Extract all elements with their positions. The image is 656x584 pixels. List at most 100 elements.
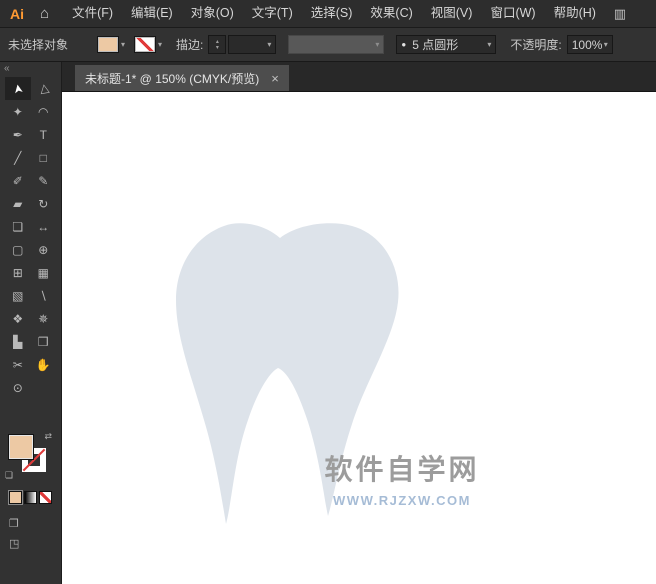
toolbar-collapse-button[interactable]: « <box>0 62 61 77</box>
menu-item-3[interactable]: 对象(O) <box>182 0 243 27</box>
close-icon[interactable]: × <box>271 71 279 86</box>
tool-mesh-tool[interactable]: ▦ <box>31 261 57 284</box>
stepper-down-icon[interactable]: ▾ <box>216 45 219 51</box>
tool-line-segment-tool[interactable]: ╱ <box>5 146 31 169</box>
scale-tool-icon: ❏ <box>12 220 23 234</box>
stroke-weight-select[interactable]: ▾ <box>228 35 276 54</box>
tool-pencil-tool[interactable]: ✎ <box>31 169 57 192</box>
stroke-none-swatch[interactable] <box>135 37 155 52</box>
screen-mode-button[interactable]: ◳ <box>9 534 61 554</box>
watermark: 软件自学网 WWW.RJZXW.COM <box>260 448 544 508</box>
menu-item-5[interactable]: 选择(S) <box>302 0 362 27</box>
tool-shape-builder-tool[interactable]: ⊕ <box>31 238 57 261</box>
swap-fill-stroke-icon[interactable]: ⇄ <box>44 431 52 442</box>
tool-artboard-tool[interactable]: ❒ <box>31 330 57 353</box>
brush-preview-icon: ● <box>401 40 406 49</box>
document-tab-bar: 未标题-1* @ 150% (CMYK/预览) × <box>62 62 656 92</box>
tool-eraser-tool[interactable]: ▰ <box>5 192 31 215</box>
stroke-color-control[interactable]: ▾ <box>135 37 162 52</box>
fill-color-control[interactable]: ▾ <box>98 37 125 52</box>
tool-slice-tool[interactable]: ✂ <box>5 353 31 376</box>
gradient-tool-icon: ▧ <box>12 289 23 303</box>
tools-panel: « ➤ ▷ ✦ ◠ ✒ T ╱ □ ✐ ✎ ▰ ↻ ❏ ↔ ▢ ⊕ ⊞ ▦ ▧ ∖ ❖ ✵ ▙ ❒ ✂ ✋ ⊙ ⇄ ❏ ❐ ◳ <box>0 62 62 584</box>
menu-item-4[interactable]: 文字(T) <box>243 0 302 27</box>
brush-name: 5 点圆形 <box>412 36 458 53</box>
chevron-down-icon: ▾ <box>121 40 125 49</box>
opacity-select[interactable]: 100% ▾ <box>567 35 613 54</box>
tool-selection-tool[interactable]: ➤ <box>5 77 31 100</box>
width-profile-select-disabled: ▾ <box>288 35 384 54</box>
rectangle-tool-icon: □ <box>40 151 47 165</box>
tool-paintbrush-tool[interactable]: ✐ <box>5 169 31 192</box>
stroke-weight-stepper[interactable]: ▴ ▾ <box>208 35 226 54</box>
tool-blend-tool[interactable]: ❖ <box>5 307 31 330</box>
eraser-tool-icon: ▰ <box>13 197 22 211</box>
perspective-grid-tool-icon: ⊞ <box>13 266 23 280</box>
magic-wand-tool-icon: ✦ <box>13 105 23 119</box>
tool-rotate-tool[interactable]: ↻ <box>31 192 57 215</box>
tool-direct-selection-tool[interactable]: ▷ <box>31 77 57 100</box>
menu-item-8[interactable]: 窗口(W) <box>481 0 544 27</box>
workspace-switcher-icon[interactable]: ▥ <box>614 6 626 22</box>
tool-grid: ➤ ▷ ✦ ◠ ✒ T ╱ □ ✐ ✎ ▰ ↻ ❏ ↔ ▢ ⊕ ⊞ ▦ ▧ ∖ ❖ ✵ ▙ ❒ ✂ ✋ ⊙ <box>0 77 61 399</box>
hand-tool-icon: ✋ <box>36 358 51 372</box>
tool-rectangle-tool[interactable]: □ <box>31 146 57 169</box>
chevron-down-icon: ▾ <box>267 40 271 49</box>
artboard-tool-icon: ❒ <box>38 335 49 349</box>
default-fill-stroke-icon[interactable]: ❏ <box>5 470 13 481</box>
type-tool-icon: T <box>40 128 47 142</box>
home-icon[interactable]: ⌂ <box>40 5 49 22</box>
fill-color-swatch[interactable] <box>98 37 118 52</box>
artboard-canvas[interactable]: 软件自学网 WWW.RJZXW.COM <box>62 92 656 584</box>
tool-column-graph-tool[interactable]: ▙ <box>5 330 31 353</box>
tool-zoom-tool[interactable]: ⊙ <box>5 376 31 399</box>
tool-scale-tool[interactable]: ❏ <box>5 215 31 238</box>
chevron-down-icon: ▾ <box>487 40 491 49</box>
tool-symbol-sprayer-tool[interactable]: ✵ <box>31 307 57 330</box>
menu-item-7[interactable]: 视图(V) <box>422 0 482 27</box>
control-bar: 未选择对象 ▾ ▾ 描边: ▴ ▾ ▾ ▾ ● 5 点圆形 ▾ 不透明度: 10… <box>0 28 656 62</box>
selection-tool-icon: ➤ <box>10 82 26 94</box>
tool-hand-tool[interactable]: ✋ <box>31 353 57 376</box>
paintbrush-tool-icon: ✐ <box>13 174 23 188</box>
width-tool-icon: ↔ <box>37 220 49 234</box>
tool-gradient-tool[interactable]: ▧ <box>5 284 31 307</box>
pencil-tool-icon: ✎ <box>38 174 48 188</box>
blend-tool-icon: ❖ <box>12 312 23 326</box>
tool-pen-tool[interactable]: ✒ <box>5 123 31 146</box>
watermark-url: WWW.RJZXW.COM <box>260 493 544 508</box>
document-tab-title: 未标题-1* @ 150% (CMYK/预览) <box>85 70 259 87</box>
tool-magic-wand-tool[interactable]: ✦ <box>5 100 31 123</box>
chevron-down-icon: ▾ <box>604 40 608 49</box>
menu-items: 文件(F)编辑(E)对象(O)文字(T)选择(S)效果(C)视图(V)窗口(W)… <box>63 0 605 27</box>
fill-indicator[interactable] <box>9 435 33 459</box>
tool-perspective-grid-tool[interactable]: ⊞ <box>5 261 31 284</box>
menu-item-1[interactable]: 文件(F) <box>63 0 122 27</box>
tool-width-tool[interactable]: ↔ <box>31 215 57 238</box>
menu-item-2[interactable]: 编辑(E) <box>122 0 182 27</box>
direct-selection-tool-icon: ▷ <box>36 83 51 95</box>
tool-free-transform-tool[interactable]: ▢ <box>5 238 31 261</box>
chevron-down-icon: ▾ <box>375 40 379 49</box>
eyedropper-tool-icon: ∖ <box>39 289 47 303</box>
tool-type-tool[interactable]: T <box>31 123 57 146</box>
brush-definition-select[interactable]: ● 5 点圆形 ▾ <box>396 35 496 54</box>
menu-item-9[interactable]: 帮助(H) <box>545 0 605 27</box>
tool-eyedropper-tool[interactable]: ∖ <box>31 284 57 307</box>
pen-tool-icon: ✒ <box>13 128 23 142</box>
stroke-weight-label: 描边: <box>176 36 203 53</box>
illustrator-logo: Ai <box>10 6 24 22</box>
column-graph-tool-icon: ▙ <box>13 335 22 349</box>
tool-lasso-tool[interactable]: ◠ <box>31 100 57 123</box>
gradient-button[interactable] <box>24 491 37 504</box>
paint-mode-row <box>9 491 61 504</box>
none-button[interactable] <box>39 491 52 504</box>
color-button[interactable] <box>9 491 22 504</box>
menu-item-6[interactable]: 效果(C) <box>361 0 421 27</box>
mesh-tool-icon: ▦ <box>38 266 49 280</box>
line-segment-tool-icon: ╱ <box>14 151 21 165</box>
toolbar-bottom: ❐ ◳ <box>9 514 61 554</box>
document-tab[interactable]: 未标题-1* @ 150% (CMYK/预览) × <box>75 65 289 91</box>
drawing-modes-button[interactable]: ❐ <box>9 514 61 534</box>
free-transform-tool-icon: ▢ <box>12 243 23 257</box>
